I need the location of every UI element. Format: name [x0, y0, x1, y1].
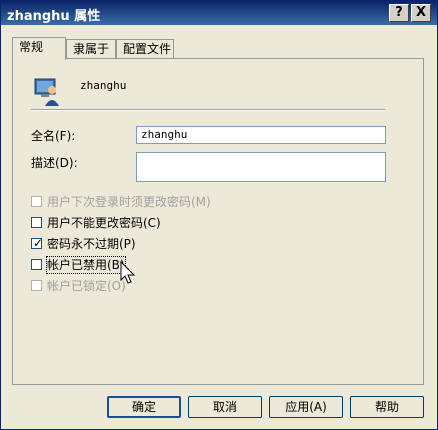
ok-button[interactable]: 确定 — [107, 396, 181, 418]
user-name: zhanghu — [80, 79, 127, 92]
checkbox-box[interactable] — [31, 259, 42, 270]
checkbox-box[interactable]: ✓ — [31, 236, 44, 250]
window-title: zhanghu 属性 — [7, 9, 101, 24]
checkbox-label: 帐户已锁定(O) — [47, 279, 126, 293]
title-bar[interactable]: zhanghu 属性 ? X — [1, 1, 437, 25]
checkbox-box[interactable] — [31, 280, 42, 291]
cancel-button[interactable]: 取消 — [188, 396, 262, 418]
checkbox-box[interactable] — [31, 217, 42, 228]
fullname-field[interactable]: zhanghu — [136, 126, 386, 144]
tab-general[interactable]: 常规 — [12, 37, 66, 60]
description-field[interactable] — [136, 152, 386, 182]
divider — [31, 109, 385, 111]
checkbox-label: 用户下次登录时须更改密码(M) — [47, 195, 211, 209]
checkbox-box[interactable] — [31, 196, 42, 207]
tab-profile[interactable]: 配置文件 — [116, 39, 174, 59]
description-label: 描述(D): — [31, 156, 78, 170]
checkbox-label: 密码永不过期(P) — [47, 237, 136, 251]
tab-member-of[interactable]: 隶属于 — [66, 39, 116, 59]
close-button[interactable]: X — [411, 4, 431, 22]
help-button[interactable]: 帮助 — [350, 396, 424, 418]
fullname-label: 全名(F): — [31, 129, 76, 143]
mouse-cursor-icon — [120, 261, 136, 284]
properties-dialog: zhanghu 属性 ? X 常规 隶属于 配置文件 zhanghu 全名(F)… — [0, 0, 438, 430]
apply-button[interactable]: 应用(A) — [269, 396, 343, 418]
checkbox-label: 帐户已禁用(B) — [46, 256, 126, 274]
help-title-button[interactable]: ? — [389, 4, 409, 22]
checkbox-label: 用户不能更改密码(C) — [47, 216, 161, 230]
user-icon — [34, 78, 59, 106]
check-mark-icon: ✓ — [33, 236, 44, 250]
